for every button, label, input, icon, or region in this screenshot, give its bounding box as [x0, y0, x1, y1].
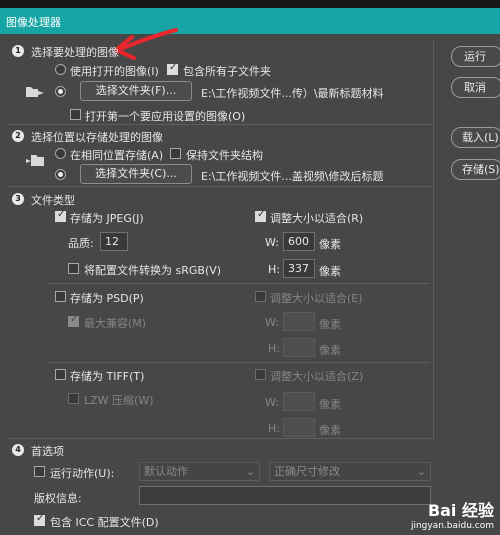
select-folder-radio[interactable] [55, 86, 66, 97]
psd-resize-label: 调整大小以适合(E) [270, 292, 363, 305]
psd-width-unit: 像素 [319, 318, 341, 331]
same-location-radio[interactable] [55, 148, 66, 159]
jpeg-width-input[interactable]: 600 [283, 232, 315, 251]
divider [433, 40, 434, 126]
run-action-checkbox[interactable] [34, 466, 45, 477]
folder-forward-icon [26, 87, 44, 97]
psd-width-label: W: [265, 316, 279, 329]
keep-structure-checkbox[interactable] [170, 148, 181, 159]
title-bar: 图像处理器 [0, 8, 500, 34]
action-value: 正确尺寸修改 [274, 465, 340, 478]
select-dest-folder-button[interactable]: 选择文件夹(C)... [80, 164, 192, 184]
quality-label: 品质: [68, 237, 94, 250]
quality-input[interactable]: 12 [100, 232, 128, 251]
keep-structure-label: 保持文件夹结构 [186, 149, 263, 162]
include-icc-label: 包含 ICC 配置文件(D) [50, 516, 159, 529]
jpeg-height-label: H: [268, 263, 280, 276]
chevron-down-icon: ⌄ [416, 465, 426, 478]
jpeg-resize-checkbox[interactable] [255, 209, 266, 222]
divider [433, 126, 434, 188]
divider [48, 283, 430, 284]
divider [48, 362, 430, 363]
divider [8, 124, 433, 125]
lzw-checkbox[interactable] [68, 393, 79, 404]
action-set-select[interactable]: 默认动作 ⌄ [139, 462, 260, 481]
watermark-url: jingyan.baidu.com [410, 521, 494, 531]
section-3-title: 文件类型 [31, 194, 75, 207]
section-1-number: 1 [12, 45, 24, 57]
divider [433, 188, 434, 440]
lzw-label: LZW 压缩(W) [84, 394, 154, 407]
psd-width-input[interactable] [283, 312, 315, 331]
max-compat-checkbox[interactable] [68, 314, 79, 327]
action-select[interactable]: 正确尺寸修改 ⌄ [269, 462, 431, 481]
section-1-title: 选择要处理的图像 [31, 46, 119, 59]
copyright-label: 版权信息: [34, 492, 82, 505]
chevron-down-icon: ⌄ [245, 465, 255, 478]
psd-height-unit: 像素 [319, 344, 341, 357]
include-subfolders-checkbox[interactable] [167, 62, 178, 75]
save-tiff-label: 存储为 TIFF(T) [70, 370, 145, 383]
psd-height-label: H: [268, 342, 280, 355]
jpeg-width-label: W: [265, 236, 279, 249]
select-source-folder-button[interactable]: 选择文件夹(F)... [80, 81, 192, 101]
divider [8, 186, 433, 187]
section-2-title: 选择位置以存储处理的图像 [31, 131, 163, 144]
watermark: Bai 经验 jingyan.baidu.com [411, 497, 494, 531]
save-psd-label: 存储为 PSD(P) [70, 292, 144, 305]
folder-save-icon [26, 155, 44, 166]
source-folder-path: E:\工作视频文件...传）\最新标题材料 [201, 87, 384, 100]
cancel-button[interactable]: 取消 [451, 77, 500, 98]
tiff-width-input[interactable] [283, 392, 315, 411]
jpeg-resize-label: 调整大小以适合(R) [270, 212, 364, 225]
jpeg-height-input[interactable]: 337 [283, 259, 315, 278]
include-icc-checkbox[interactable] [34, 513, 45, 526]
select-dest-folder-radio[interactable] [55, 169, 66, 180]
run-action-label: 运行动作(U): [50, 467, 115, 480]
convert-srgb-label: 将配置文件转换为 sRGB(V) [84, 264, 222, 277]
open-first-image-checkbox[interactable] [70, 109, 81, 120]
tiff-height-label: H: [268, 422, 280, 435]
tiff-height-unit: 像素 [319, 424, 341, 437]
save-tiff-checkbox[interactable] [55, 369, 66, 380]
load-button[interactable]: 载入(L)... [451, 127, 500, 148]
jpeg-width-unit: 像素 [319, 238, 341, 251]
section-4-number: 4 [12, 444, 24, 456]
use-open-images-radio[interactable] [55, 64, 66, 75]
same-location-label: 在相同位置存储(A) [70, 149, 164, 162]
tiff-height-input[interactable] [283, 418, 315, 437]
tiff-resize-checkbox[interactable] [255, 369, 266, 380]
max-compat-label: 最大兼容(M) [84, 317, 147, 330]
watermark-brand: Bai 经验 [427, 501, 494, 520]
section-4-title: 首选项 [31, 445, 64, 458]
action-set-value: 默认动作 [144, 465, 188, 478]
section-2-number: 2 [12, 130, 24, 142]
convert-srgb-checkbox[interactable] [68, 263, 79, 274]
tiff-width-unit: 像素 [319, 398, 341, 411]
tiff-width-label: W: [265, 396, 279, 409]
section-3-number: 3 [12, 193, 24, 205]
save-jpeg-checkbox[interactable] [55, 209, 66, 222]
save-psd-checkbox[interactable] [55, 291, 66, 302]
open-first-image-label: 打开第一个要应用设置的图像(O) [85, 110, 246, 123]
jpeg-height-unit: 像素 [319, 265, 341, 278]
dest-folder-path: E:\工作视频文件...盖视频\修改后标题 [201, 170, 384, 183]
include-subfolders-label: 包含所有子文件夹 [183, 65, 271, 78]
window-title: 图像处理器 [6, 16, 61, 29]
divider [8, 438, 433, 439]
psd-height-input[interactable] [283, 338, 315, 357]
use-open-images-label: 使用打开的图像(I) [70, 65, 159, 78]
save-jpeg-label: 存储为 JPEG(J) [70, 212, 144, 225]
psd-resize-checkbox[interactable] [255, 291, 266, 302]
annotation-arrow-icon [114, 28, 178, 60]
save-settings-button[interactable]: 存储(S)... [451, 159, 500, 180]
run-button[interactable]: 运行 [451, 46, 500, 67]
copyright-input[interactable] [139, 486, 431, 505]
tiff-resize-label: 调整大小以适合(Z) [270, 370, 364, 383]
top-bar [0, 0, 500, 8]
